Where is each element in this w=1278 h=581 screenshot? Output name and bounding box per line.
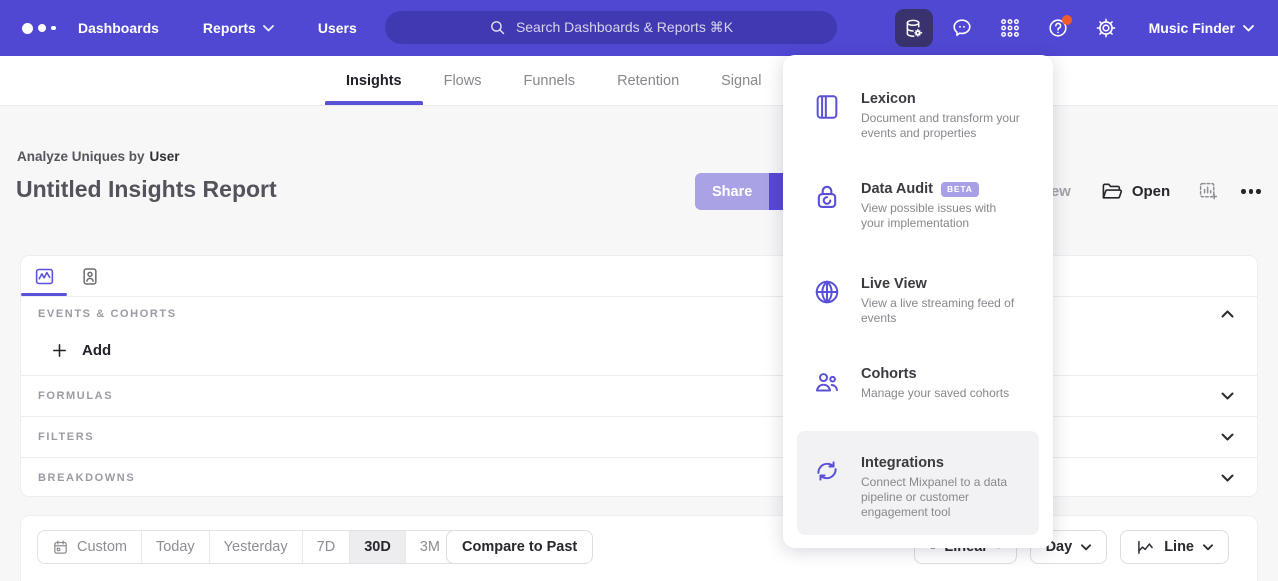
- add-event-button[interactable]: Add: [21, 328, 1257, 372]
- header-actions: New Open: [1040, 173, 1265, 210]
- metrics-view-tab[interactable]: [21, 256, 67, 296]
- notification-dot: [1062, 15, 1072, 25]
- chevron-down-icon: [263, 25, 274, 32]
- tab-flows[interactable]: Flows: [423, 56, 503, 105]
- range-today[interactable]: Today: [142, 531, 210, 563]
- line-chart-icon: [1136, 539, 1155, 556]
- menu-item-data-audit[interactable]: Data Audit BETA View possible issues wit…: [797, 171, 1039, 241]
- cohorts-people-icon: [813, 366, 843, 401]
- chevron-down-icon: [1215, 470, 1240, 486]
- page-title[interactable]: Untitled Insights Report: [16, 176, 277, 203]
- analysis-entity[interactable]: User: [150, 149, 180, 164]
- report-tabbar: Insights Flows Funnels Retention Signal …: [0, 56, 1278, 106]
- range-custom[interactable]: Custom: [38, 531, 142, 563]
- folder-icon: [1101, 182, 1123, 201]
- chevron-up-icon: [1215, 306, 1240, 322]
- chart-type-select[interactable]: Line: [1120, 530, 1229, 564]
- add-to-board-icon[interactable]: [1198, 181, 1219, 202]
- query-builder-panel: EVENTS & COHORTS Add FORMULAS FILTERS BR…: [20, 255, 1258, 497]
- live-view-globe-icon: [813, 276, 843, 326]
- menu-item-lexicon[interactable]: Lexicon Document and transform your even…: [797, 81, 1039, 151]
- more-options-icon[interactable]: [1237, 185, 1265, 198]
- tab-insights[interactable]: Insights: [325, 56, 423, 105]
- users-view-tab[interactable]: [67, 256, 113, 296]
- range-yesterday[interactable]: Yesterday: [210, 531, 303, 563]
- chevron-down-icon: [1243, 25, 1254, 32]
- menu-item-live-view[interactable]: Live View View a live streaming feed of …: [797, 266, 1039, 336]
- nav-reports[interactable]: Reports: [203, 12, 274, 44]
- navbar-icons: Music Finder: [895, 0, 1278, 56]
- beta-badge: BETA: [941, 182, 979, 197]
- chevron-down-icon: [1203, 544, 1213, 551]
- chevron-down-icon: [1081, 544, 1091, 551]
- feedback-bubble-icon[interactable]: [943, 9, 981, 47]
- chart-pulse-icon: [34, 266, 55, 287]
- apps-grid-icon[interactable]: [991, 9, 1029, 47]
- search-input[interactable]: Search Dashboards & Reports ⌘K: [385, 11, 837, 44]
- chevron-down-icon: [1215, 429, 1240, 445]
- integrations-sync-icon: [813, 441, 843, 525]
- section-events-cohorts[interactable]: EVENTS & COHORTS: [21, 296, 1257, 331]
- range-7d[interactable]: 7D: [303, 531, 351, 563]
- data-audit-lock-icon: [813, 181, 843, 231]
- section-breakdowns[interactable]: BREAKDOWNS: [21, 457, 1257, 497]
- plus-icon: [51, 342, 68, 359]
- top-navbar: Dashboards Reports Users Search Dashboar…: [0, 0, 1278, 56]
- search-icon: [489, 19, 506, 36]
- nav-links: Dashboards Reports Users: [78, 12, 401, 44]
- nav-users[interactable]: Users: [318, 12, 357, 44]
- section-formulas[interactable]: FORMULAS: [21, 375, 1257, 416]
- range-30d[interactable]: 30D: [350, 531, 406, 563]
- data-management-dropdown: Lexicon Document and transform your even…: [783, 55, 1053, 548]
- settings-gear-icon[interactable]: [1087, 9, 1125, 47]
- tab-retention[interactable]: Retention: [596, 56, 700, 105]
- project-switcher[interactable]: Music Finder: [1149, 20, 1254, 36]
- report-subtitle: Analyze Uniques byUser: [17, 149, 180, 164]
- search-placeholder: Search Dashboards & Reports ⌘K: [516, 19, 733, 36]
- lexicon-book-icon: [813, 91, 843, 141]
- chart-controls-panel: Custom Today Yesterday 7D 30D 3M 6M 12M …: [20, 515, 1258, 581]
- compare-to-past-button[interactable]: Compare to Past: [446, 530, 593, 564]
- calendar-icon: [52, 539, 69, 556]
- share-button[interactable]: Share: [695, 173, 769, 210]
- menu-item-cohorts[interactable]: Cohorts Manage your saved cohorts: [797, 356, 1039, 411]
- open-report-button[interactable]: Open: [1101, 182, 1170, 201]
- tab-funnels[interactable]: Funnels: [502, 56, 596, 105]
- mixpanel-logo[interactable]: [22, 23, 70, 34]
- nav-dashboards[interactable]: Dashboards: [78, 12, 159, 44]
- builder-view-tabs: [21, 256, 113, 296]
- user-card-icon: [80, 266, 100, 287]
- tab-signal[interactable]: Signal: [700, 56, 782, 105]
- menu-item-integrations[interactable]: Integrations Connect Mixpanel to a data …: [797, 431, 1039, 535]
- data-management-icon[interactable]: [895, 9, 933, 47]
- chevron-down-icon: [1215, 388, 1240, 404]
- help-icon[interactable]: [1039, 9, 1077, 47]
- section-filters[interactable]: FILTERS: [21, 416, 1257, 457]
